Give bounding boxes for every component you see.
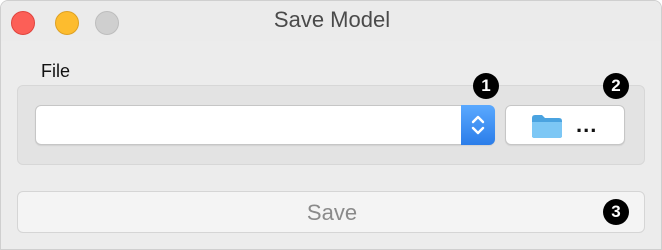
up-down-chevron-icon — [471, 115, 485, 135]
save-model-window: Save Model File ... Save 1 2 3 — [0, 0, 662, 250]
callout-badge-1: 1 — [473, 73, 499, 99]
file-group-label: File — [41, 61, 71, 81]
save-button-label: Save — [306, 200, 358, 225]
callout-badge-2: 2 — [603, 73, 629, 99]
callout-badge-3: 3 — [603, 199, 629, 225]
browse-label: ... — [576, 112, 598, 137]
browse-file-button[interactable]: ... — [505, 105, 625, 145]
title-bar[interactable]: Save Model — [1, 1, 661, 41]
folder-icon — [532, 115, 562, 138]
combo-arrow-button[interactable] — [461, 105, 495, 145]
save-button[interactable]: Save — [17, 191, 645, 233]
window-title: Save Model — [273, 7, 391, 32]
file-combo-box[interactable] — [35, 105, 495, 145]
